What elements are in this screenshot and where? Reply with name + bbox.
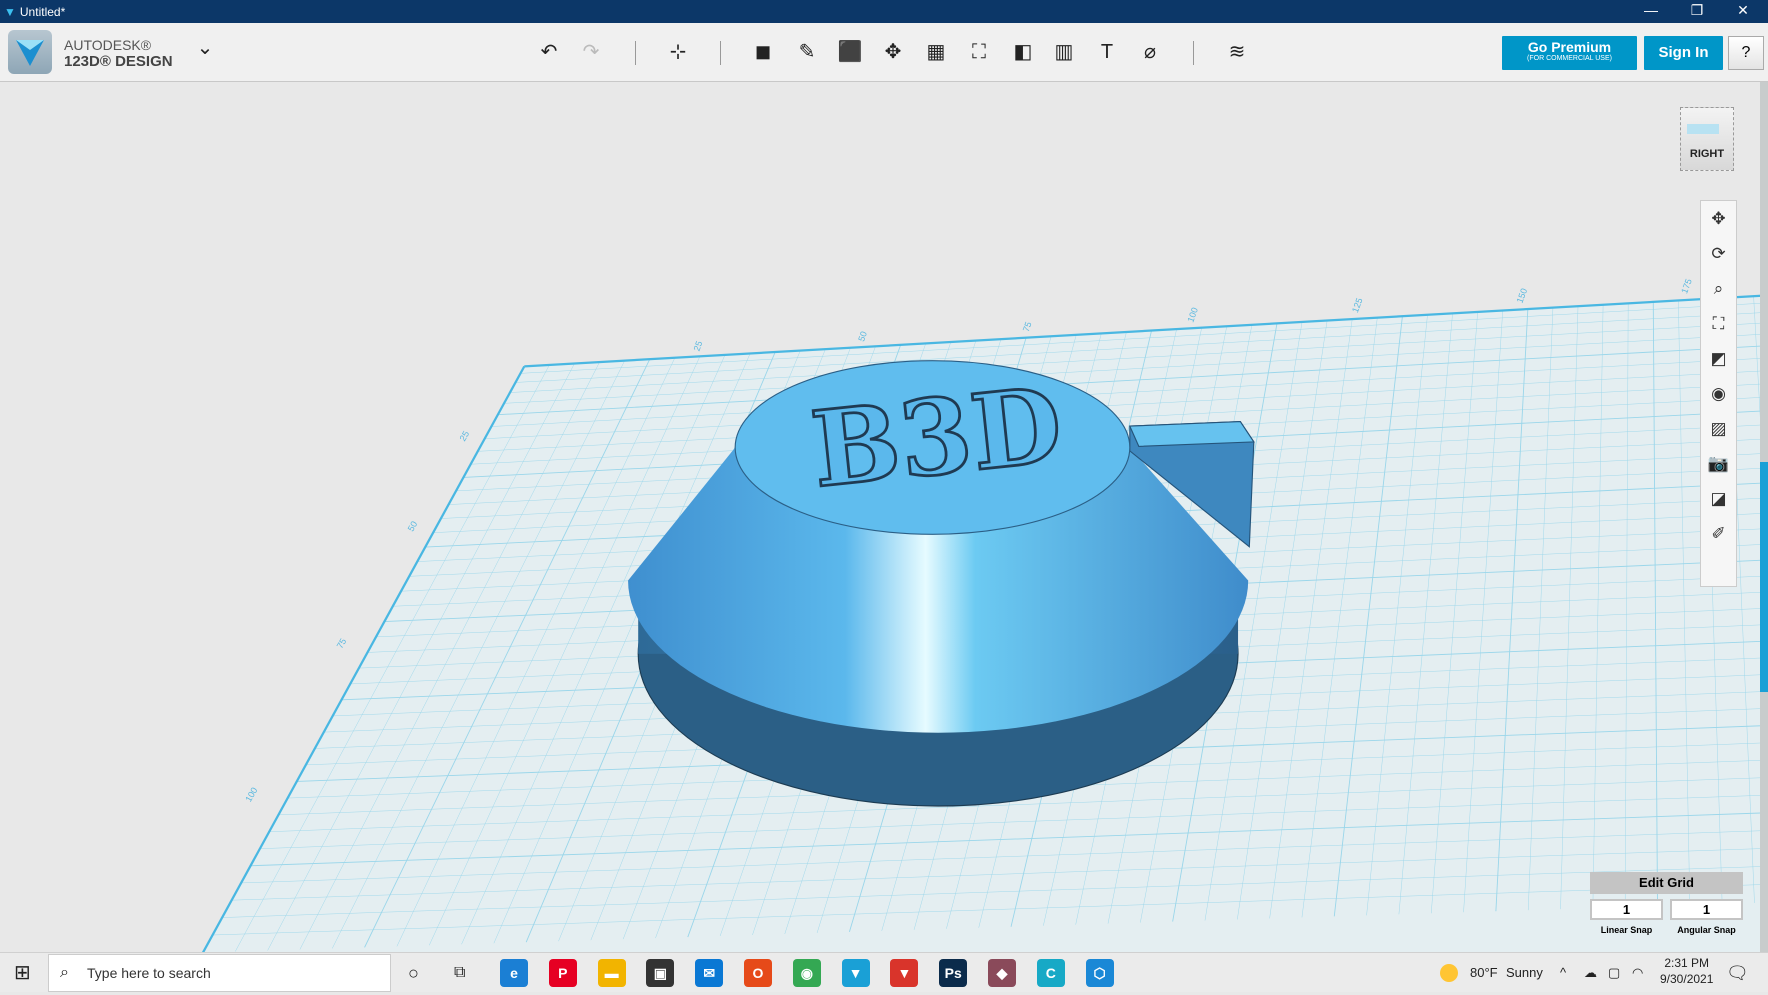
restore-button[interactable]: ❐	[1674, 0, 1720, 23]
model-text: B3D	[806, 365, 1067, 511]
meet-icon[interactable]: ▢	[1608, 953, 1620, 993]
photoshop-taskbar-icon[interactable]: Ps	[939, 959, 968, 987]
title-bar: ▼ Untitled* — ❐ ✕	[0, 0, 1768, 23]
edit-grid-panel: Edit Grid 1 1 Linear Snap Angular Snap	[1590, 872, 1743, 935]
toolbar: AUTODESK® 123D® DESIGN ⌄ ↶ ↷ ⊹ ◼ ✎ ⬛ ✥ ▦ ⛶ ◧ ▥ T ⌀ ≋ …	[0, 23, 1768, 82]
notification-button[interactable]: 🗨	[1726, 953, 1749, 993]
navigation-bar: ✥ ⟳ ⌕ ⛶ ◩ ◉ ▨ 📷 ◪ ✐	[1700, 200, 1737, 587]
brand-autodesk: AUTODESK®	[64, 37, 152, 53]
taskbar: ⊞ Type here to search ⌕ ○ ⧉ e P ▬ ▣ ✉ O ◉ ▼ ▼ Ps ◆…	[0, 952, 1768, 992]
file-explorer-taskbar-icon[interactable]: ▬	[597, 959, 626, 987]
close-button[interactable]: ✕	[1720, 0, 1766, 23]
ruler-label-top: 100	[1185, 306, 1200, 324]
tray-chevron-icon[interactable]: ^	[1560, 953, 1566, 993]
minimize-button[interactable]: —	[1628, 0, 1674, 23]
linear-snap-label: Linear Snap	[1600, 925, 1653, 935]
window-title: Untitled*	[19, 4, 66, 19]
view-cube-face[interactable]: RIGHT	[1681, 148, 1733, 160]
view-cube[interactable]: RIGHT	[1680, 107, 1734, 171]
chrome-taskbar-icon[interactable]: ◉	[792, 959, 821, 987]
task-view-button[interactable]: ⧉	[454, 953, 465, 993]
edge-taskbar-icon[interactable]: e	[500, 959, 528, 987]
app-logo[interactable]	[8, 30, 52, 74]
grouping-icon[interactable]: ⛶	[964, 37, 994, 67]
views-icon[interactable]: ◩	[1701, 341, 1736, 376]
ruler-label-top: 150	[1515, 287, 1530, 305]
hide-selected-icon[interactable]: ◪	[1701, 481, 1736, 516]
show-all-icon[interactable]: ✐	[1701, 516, 1736, 551]
clock[interactable]: 2:31 PM 9/30/2021	[1660, 955, 1713, 995]
weather-desc[interactable]: Sunny	[1506, 953, 1543, 993]
ruler-label-left: 100	[243, 786, 259, 804]
meshmixer-taskbar-icon[interactable]: ◆	[988, 959, 1016, 987]
help-button[interactable]: ?	[1728, 36, 1764, 70]
brand-product: 123D® DESIGN	[64, 53, 173, 70]
transform-icon[interactable]: ⊹	[663, 37, 693, 67]
ruler-label-top: 125	[1350, 297, 1365, 315]
pan-icon[interactable]: ✥	[1701, 201, 1736, 236]
orbit-icon[interactable]: ⟳	[1701, 236, 1736, 271]
camera-icon[interactable]: 📷	[1701, 446, 1736, 481]
angular-snap-label: Angular Snap	[1677, 925, 1736, 935]
measure-icon[interactable]: ▥	[1049, 37, 1079, 67]
app-icon: ▼	[4, 4, 16, 19]
123d-design-taskbar-icon[interactable]: ▼	[841, 959, 870, 987]
office-taskbar-icon[interactable]: O	[744, 959, 772, 987]
ruler-label-left: 50	[406, 519, 420, 533]
store-taskbar-icon[interactable]: ▣	[646, 959, 675, 987]
onedrive-icon[interactable]: ☁	[1584, 953, 1597, 993]
fit-icon[interactable]: ⛶	[1701, 306, 1736, 341]
zoom-icon[interactable]: ⌕	[1701, 271, 1736, 306]
weather-sun-icon	[1440, 964, 1458, 982]
angular-snap-input[interactable]: 1	[1670, 899, 1743, 920]
ruler-label-top: 50	[856, 330, 869, 343]
edit-grid-button[interactable]: Edit Grid	[1590, 872, 1743, 894]
scrollbar[interactable]	[1760, 82, 1768, 952]
wifi-icon[interactable]: ◠	[1632, 953, 1643, 993]
app-cube-taskbar-icon[interactable]: ⬡	[1085, 959, 1114, 987]
mail-taskbar-icon[interactable]: ✉	[695, 959, 724, 987]
clock-time: 2:31 PM	[1664, 956, 1710, 970]
snap-icon[interactable]: ⌀	[1135, 37, 1165, 67]
app-red-taskbar-icon[interactable]: ▼	[890, 959, 919, 987]
pattern-icon[interactable]: ▦	[921, 37, 951, 67]
weather-temp[interactable]: 80°F	[1470, 953, 1498, 993]
ruler-label-top: 75	[1021, 320, 1034, 333]
app-c-taskbar-icon[interactable]: C	[1036, 959, 1065, 987]
cortana-button[interactable]: ○	[408, 953, 419, 993]
materials-icon[interactable]: ▨	[1701, 411, 1736, 446]
ruler-label-top: 175	[1679, 277, 1694, 295]
modify-icon[interactable]: ✥	[878, 37, 908, 67]
text-icon[interactable]: T	[1092, 37, 1122, 67]
clock-date: 9/30/2021	[1660, 972, 1714, 986]
pinterest-taskbar-icon[interactable]: P	[548, 959, 577, 987]
materials-icon[interactable]: ≋	[1222, 37, 1252, 67]
search-icon: ⌕	[60, 964, 69, 981]
app-menu-chevron-icon[interactable]: ⌄	[190, 33, 220, 63]
ruler-label-top: 25	[692, 340, 705, 353]
linear-snap-input[interactable]: 1	[1590, 899, 1663, 920]
go-premium-button[interactable]: Go Premium (FOR COMMERCIAL USE)	[1502, 36, 1637, 70]
sketch-icon[interactable]: ✎	[792, 37, 822, 67]
undo-icon[interactable]: ↶	[534, 37, 564, 67]
ruler-label-left: 25	[458, 429, 472, 443]
taskbar-search-input[interactable]: Type here to search	[48, 954, 391, 992]
combine-icon[interactable]: ◧	[1008, 37, 1038, 67]
ruler-label-left: 75	[335, 637, 349, 651]
construct-icon[interactable]: ⬛	[835, 37, 865, 67]
primitives-icon[interactable]: ◼	[748, 37, 778, 67]
redo-icon[interactable]: ↷	[576, 37, 606, 67]
3d-viewport[interactable]: 25 50 75 100 125 150 175 25 50 75 100 B3D	[0, 0, 1768, 992]
start-button[interactable]: ⊞	[14, 953, 31, 993]
visibility-icon[interactable]: ◉	[1701, 376, 1736, 411]
sign-in-button[interactable]: Sign In	[1644, 36, 1723, 70]
